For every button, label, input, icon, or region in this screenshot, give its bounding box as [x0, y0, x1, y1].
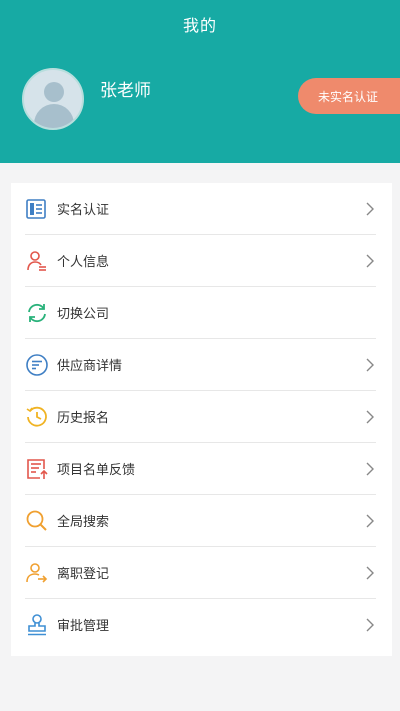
leave-user-icon — [26, 563, 48, 583]
list-detail-icon — [26, 354, 48, 376]
chevron-right-icon — [366, 358, 374, 372]
history-clock-icon — [26, 406, 47, 427]
person-info-icon — [27, 251, 46, 271]
menu-item-label: 全局搜索 — [57, 515, 110, 530]
menu-item-switch-company[interactable]: 切换公司 — [11, 287, 392, 339]
menu-item-label: 审批管理 — [57, 619, 110, 634]
menu-item-label: 实名认证 — [57, 203, 110, 218]
menu-item-label: 历史报名 — [57, 411, 110, 426]
menu-item-label: 项目名单反馈 — [57, 463, 136, 478]
switch-refresh-icon — [28, 303, 46, 323]
chevron-right-icon — [366, 462, 374, 476]
menu-item-label: 供应商详情 — [57, 359, 123, 374]
menu-item-label: 离职登记 — [57, 567, 110, 582]
verify-status-button[interactable]: 未实名认证 — [298, 78, 400, 114]
page-title: 我的 — [182, 16, 217, 35]
menu-item-label: 切换公司 — [57, 307, 110, 322]
chevron-right-icon — [366, 202, 374, 216]
avatar[interactable] — [22, 68, 84, 130]
menu-item-project-list-feedback[interactable]: 项目名单反馈 — [11, 443, 392, 495]
menu-item-history-signup[interactable]: 历史报名 — [11, 391, 392, 443]
id-card-icon — [26, 199, 46, 219]
menu-item-supplier-detail[interactable]: 供应商详情 — [11, 339, 392, 391]
menu-item-personal-info[interactable]: 个人信息 — [11, 235, 392, 287]
menu-item-global-search[interactable]: 全局搜索 — [11, 495, 392, 547]
chevron-right-icon — [366, 566, 374, 580]
menu-item-real-name-verify[interactable]: 实名认证 — [11, 183, 392, 235]
menu-item-resignation-register[interactable]: 离职登记 — [11, 547, 392, 599]
avatar-head-shape — [44, 82, 64, 102]
chevron-right-icon — [366, 514, 374, 528]
avatar-body-shape — [34, 104, 74, 128]
chevron-right-icon — [366, 410, 374, 424]
profile-header: 我的 张老师 未实名认证 — [0, 0, 400, 163]
approval-stamp-icon — [28, 614, 46, 636]
menu-item-label: 个人信息 — [57, 255, 110, 270]
menu-item-approval-management[interactable]: 审批管理 — [11, 599, 392, 651]
menu-list: 实名认证 个人信息 切换公司 供应商详情 历史报名 项目名单反馈 全局搜索 离职… — [11, 183, 392, 656]
chevron-right-icon — [366, 618, 374, 632]
feedback-doc-icon — [27, 459, 48, 479]
search-icon — [26, 510, 47, 531]
chevron-right-icon — [366, 254, 374, 268]
user-name: 张老师 — [100, 81, 151, 101]
